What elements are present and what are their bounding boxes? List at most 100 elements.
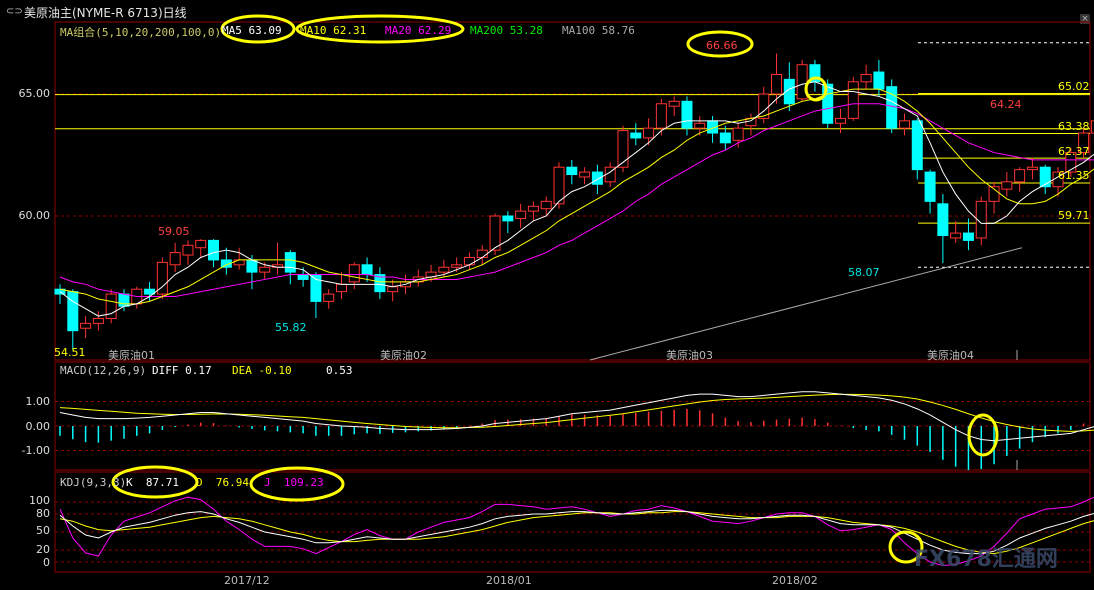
contract-label-01: 美原油01 [108,349,155,362]
candle-body [105,293,117,319]
candle-body [643,127,655,139]
candle-body [463,256,475,266]
candle-body [284,252,296,273]
ma10-line [59,88,1094,305]
candle-body [540,200,552,210]
ma100-label: MA100 58.76 [562,24,635,37]
kdj-d: D 76.94 [196,476,249,489]
kdj-tick-50: 50 [36,524,50,537]
candle-body [873,71,885,90]
candle-body [297,274,309,280]
candle-body [67,291,79,332]
candle-body [591,171,603,185]
macd-tick-0: 0.00 [25,420,51,433]
contract-label-03: 美原油03 [666,349,713,362]
candle-body [847,81,859,119]
kdj-d-value: 76.94 [215,476,249,489]
panel-frames [54,21,1091,573]
candle-body [169,252,181,266]
ma5-value: 63.09 [248,24,282,37]
macd-tick-m1: -1.00 [21,444,50,457]
macd-series [59,391,1094,471]
contract-label-02: 美原油02 [380,349,427,362]
level-59-71: 59.71 [1058,209,1090,222]
candle-body [387,286,399,293]
candle-body [937,203,949,237]
macd-dea-value: -0.10 [258,364,292,377]
macd-header: MACD(12,26,9) [60,364,147,377]
kdj-j-value: 109.23 [283,476,324,489]
candle-body [515,210,527,219]
candle-body [335,283,347,293]
candle-body [950,232,962,239]
kdj-j: J 109.23 [264,476,324,489]
y-tick-65: 65.00 [18,87,51,100]
contract-label-04: 美原油04 [927,349,974,362]
ma200-value: 53.28 [509,24,543,37]
candle-body [1001,181,1013,190]
candle-body [668,100,680,107]
y-tick-60: 60.00 [18,209,51,222]
candle-body [208,239,220,261]
candle-body [732,127,744,141]
ma-header: MA组合(5,10,20,200,100,0) [60,26,222,39]
chart-stage: ⊂⊃ 美原油主(NYME-R 6713)日线 × MA组合(5,10,20,20… [0,0,1094,590]
candle-body [348,264,360,283]
candle-body [489,215,501,251]
kdj-tick-0: 0 [43,556,50,569]
level-62-37: 62.37 [1058,145,1090,158]
candle-body [310,274,322,302]
candle-body [771,73,783,95]
x-date-2017-12: 2017/12 [224,574,270,587]
candle-body [438,266,450,273]
candle-body [962,232,974,241]
candle-body [502,215,514,222]
candle-body [1014,169,1026,183]
candles [54,53,1094,351]
macd-value: 0.53 [326,364,353,377]
annot-corner: 54.51 [54,346,86,359]
candle-body [579,171,591,178]
kdj-header: KDJ(9,3,3) [60,476,127,489]
watermark: FX678汇通网 [914,547,1058,572]
level-lines [55,42,1090,268]
candle-body [822,83,834,124]
ma20-label: MA20 62.29 [385,24,452,37]
macd-diff: DIFF 0.17 [152,364,212,377]
x-date-2018-01: 2018/01 [486,574,532,587]
ma5-line [59,81,1094,317]
candle-body [195,239,207,249]
chart-svg [54,14,1094,573]
candle-body [476,249,488,258]
annot-last-high: 64.24 [990,98,1022,111]
level-61-35: 61.35 [1058,169,1090,182]
annot-peak-left: 59.05 [158,225,190,238]
candle-body [259,266,271,273]
candle-body [835,117,847,124]
candle-body [118,293,130,307]
candle-body [451,264,463,268]
candle-body [1026,166,1038,171]
ma200-label: MA200 53.28 [470,24,543,37]
candle-body [80,322,92,329]
annot-high: 66.66 [706,39,738,52]
kdj-k: K 87.71 [126,476,179,489]
macd-tick-1: 1.00 [25,395,51,408]
highlight-circle [967,413,999,457]
candle-body [924,171,936,202]
candle-body [655,103,667,129]
candle-body [719,132,731,144]
candle-body [566,166,578,176]
kdj-tick-80: 80 [36,507,50,520]
ma100-value: 58.76 [601,24,635,37]
ma100-line [589,247,1023,361]
candle-body [681,100,693,129]
candle-body [323,293,335,302]
ma5-label: MA5 63.09 [222,24,282,37]
ma10-value: 62.31 [333,24,367,37]
macd-dea: DEA -0.10 [232,364,292,377]
x-date-2018-02: 2018/02 [772,574,818,587]
ma20-value: 62.29 [418,24,452,37]
candle-body [911,120,923,171]
candle-body [92,317,104,324]
